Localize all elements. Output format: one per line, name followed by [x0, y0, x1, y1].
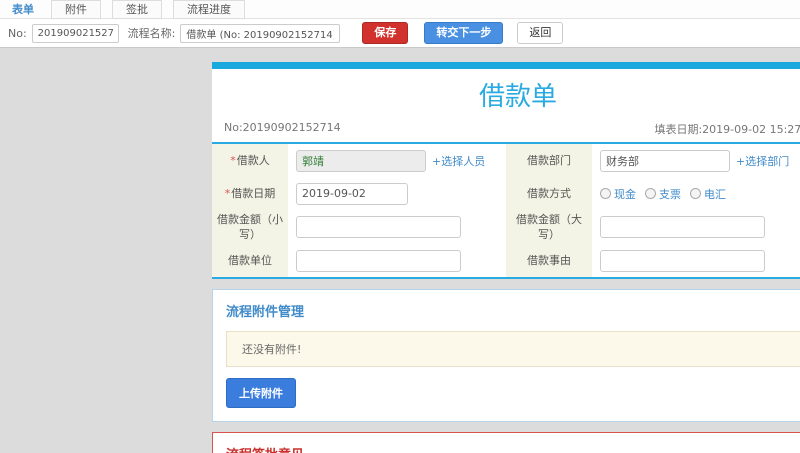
tab-attachment[interactable]: 附件: [51, 0, 101, 19]
app-header: 表单 附件 签批 流程进度 No: 流程名称: 保存 转交下一步 返回: [0, 0, 800, 48]
borrow-unit-field-cell: [288, 244, 506, 277]
form-meta-row: No:20190902152714 填表日期:2019-09-02 15:27:…: [212, 118, 800, 144]
borrow-unit-input[interactable]: [296, 249, 461, 272]
amount-lowercase-field-cell: [288, 210, 506, 244]
borrow-method-field-cell: 现金 支票 电汇: [592, 177, 800, 210]
process-name-label: 流程名称:: [127, 27, 176, 40]
attachment-empty-message: 还没有附件!: [226, 331, 800, 367]
amount-lowercase-label: 借款金额（小写）: [212, 210, 288, 244]
borrow-date-label: *借款日期: [212, 177, 288, 210]
no-input[interactable]: [31, 23, 119, 43]
attachment-panel: 流程附件管理 还没有附件! 上传附件: [212, 289, 800, 422]
form-table: *借款人 +选择人员 借款部门 +选择部门 *借款日期 借款方式: [212, 144, 800, 279]
tab-form[interactable]: 表单: [6, 1, 40, 18]
attachment-heading: 流程附件管理: [226, 305, 305, 320]
control-row: No: 流程名称: 保存 转交下一步 返回: [0, 19, 800, 48]
main-content: 借款单 No:20190902152714 填表日期:2019-09-02 15…: [0, 48, 800, 453]
radio-cash[interactable]: 现金: [600, 186, 636, 202]
amount-lowercase-input[interactable]: [296, 216, 461, 238]
form-date-text: 填表日期:2019-09-02 15:27:1: [654, 123, 800, 136]
borrower-label: *借款人: [212, 144, 288, 177]
radio-circle-icon[interactable]: [600, 188, 611, 199]
amount-uppercase-label: 借款金额（大写）: [506, 210, 592, 244]
borrow-reason-input[interactable]: [600, 249, 765, 272]
tab-process-progress[interactable]: 流程进度: [173, 0, 245, 19]
borrow-method-radio-group: 现金 支票 电汇: [600, 186, 726, 202]
borrower-input[interactable]: [296, 149, 426, 172]
amount-uppercase-field-cell: [592, 210, 800, 244]
radio-check[interactable]: 支票: [645, 186, 681, 202]
form-number-text: No:20190902152714: [224, 121, 341, 134]
select-department-link[interactable]: +选择部门: [736, 153, 789, 169]
borrow-reason-label: 借款事由: [506, 244, 592, 277]
back-button[interactable]: 返回: [517, 22, 564, 44]
next-step-button[interactable]: 转交下一步: [424, 22, 504, 44]
save-button[interactable]: 保存: [362, 22, 409, 44]
borrower-field-cell: +选择人员: [288, 144, 506, 177]
borrow-date-field-cell: [288, 177, 506, 210]
required-mark: *: [224, 187, 231, 200]
radio-wire-transfer[interactable]: 电汇: [690, 186, 726, 202]
form-title: 借款单: [478, 82, 557, 112]
loan-form-panel: 借款单 No:20190902152714 填表日期:2019-09-02 15…: [212, 62, 800, 279]
approval-heading: 流程签批意见: [213, 433, 800, 453]
select-person-link[interactable]: +选择人员: [432, 153, 485, 169]
department-field-cell: +选择部门: [592, 144, 800, 177]
borrow-date-input[interactable]: [296, 182, 408, 205]
tab-bar: 表单 附件 签批 流程进度: [0, 0, 800, 19]
amount-uppercase-input[interactable]: [600, 216, 765, 238]
borrow-unit-label: 借款单位: [212, 244, 288, 277]
approval-panel: 流程签批意见 B I abc: [212, 432, 800, 453]
radio-circle-icon[interactable]: [690, 188, 701, 199]
borrow-method-label: 借款方式: [506, 177, 592, 210]
department-input[interactable]: [600, 149, 730, 172]
required-mark: *: [230, 154, 236, 167]
tab-approval[interactable]: 签批: [112, 0, 162, 19]
radio-circle-icon[interactable]: [645, 188, 656, 199]
borrow-reason-field-cell: [592, 244, 800, 277]
process-name-input[interactable]: [180, 23, 341, 43]
department-label: 借款部门: [506, 144, 592, 177]
form-top-accent-bar: [212, 62, 800, 69]
no-label: No:: [8, 26, 27, 40]
upload-attachment-button[interactable]: 上传附件: [226, 378, 296, 408]
